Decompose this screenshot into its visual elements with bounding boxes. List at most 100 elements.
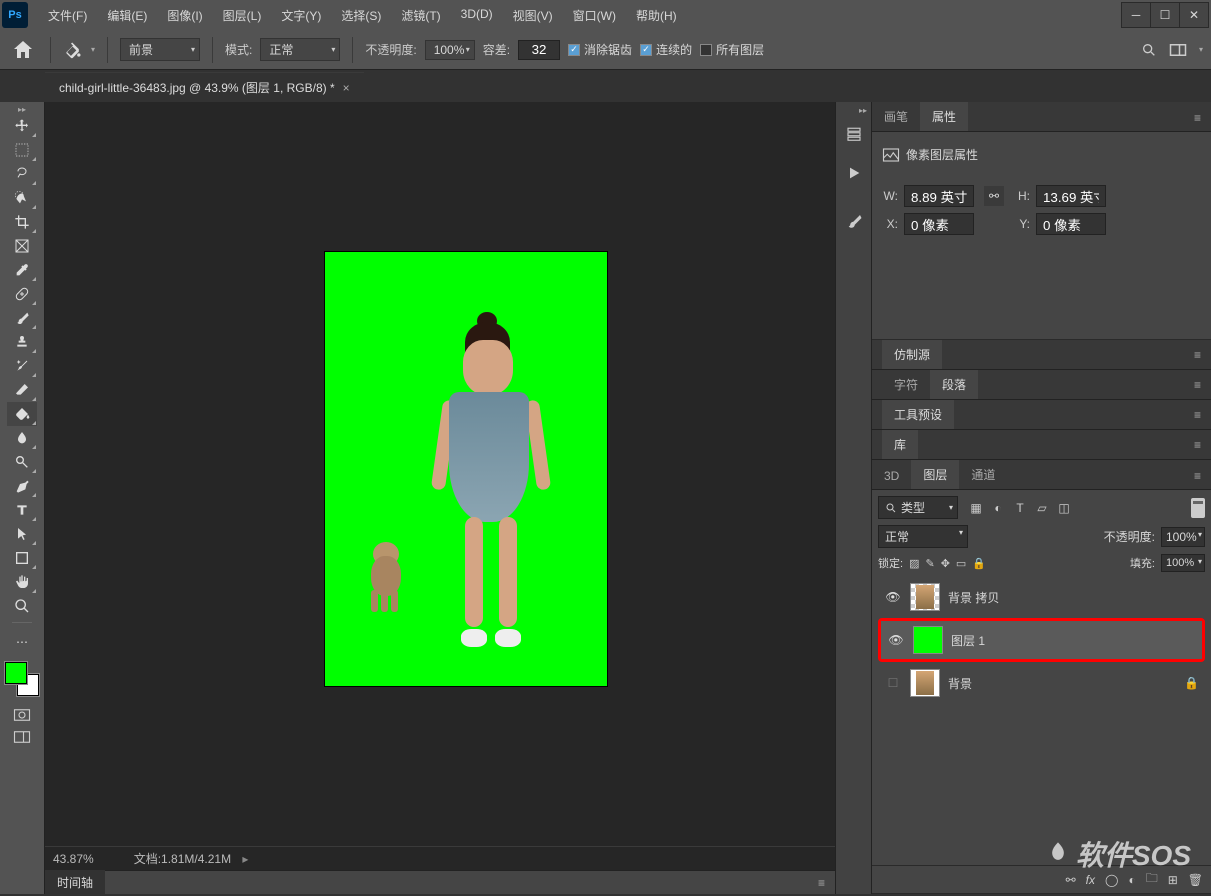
width-input[interactable] — [904, 185, 974, 207]
fx-icon[interactable]: fx — [1086, 873, 1095, 887]
visibility-icon[interactable]: 👁 — [884, 590, 902, 604]
filter-shape-icon[interactable]: ▱ — [1034, 500, 1050, 516]
filter-toggle[interactable] — [1191, 498, 1205, 518]
move-tool[interactable] — [7, 114, 37, 138]
workspace-switcher-icon[interactable] — [1169, 43, 1187, 57]
menu-filter[interactable]: 滤镜(T) — [391, 3, 450, 28]
menu-type[interactable]: 文字(Y) — [271, 3, 331, 28]
canvas-viewport[interactable] — [45, 102, 835, 846]
panel-menu-icon[interactable]: ≡ — [1184, 402, 1211, 428]
visibility-icon[interactable]: 👁 — [887, 633, 905, 647]
zoom-tool[interactable] — [7, 594, 37, 618]
timeline-tab[interactable]: 时间轴 — [45, 870, 105, 895]
play-dock-icon[interactable] — [839, 158, 869, 188]
fg-color-swatch[interactable] — [5, 662, 27, 684]
blend-mode-dropdown[interactable]: 正常 — [878, 525, 968, 548]
lock-pos-icon[interactable]: ✥ — [941, 557, 950, 570]
contiguous-checkbox[interactable]: ✓连续的 — [640, 41, 692, 58]
y-input[interactable] — [1036, 213, 1106, 235]
maximize-button[interactable]: ☐ — [1150, 2, 1180, 28]
filter-smart-icon[interactable]: ◫ — [1056, 500, 1072, 516]
antialias-checkbox[interactable]: ✓消除锯齿 — [568, 41, 632, 58]
all-layers-checkbox[interactable]: 所有图层 — [700, 41, 764, 58]
doc-info[interactable]: 文档:1.81M/4.21M ▸ — [134, 850, 249, 867]
3d-tab[interactable]: 3D — [872, 463, 911, 489]
document-tab[interactable]: child-girl-little-36483.jpg @ 43.9% (图层 … — [45, 72, 364, 102]
panel-menu-icon[interactable]: ≡ — [1184, 372, 1211, 398]
stamp-tool[interactable] — [7, 330, 37, 354]
eraser-tool[interactable] — [7, 378, 37, 402]
quickmask-icon[interactable] — [13, 708, 31, 722]
layer-name[interactable]: 图层 1 — [951, 632, 1196, 649]
opacity-dropdown[interactable]: 100% — [425, 40, 475, 60]
pen-tool[interactable] — [7, 474, 37, 498]
path-select-tool[interactable] — [7, 522, 37, 546]
visibility-icon[interactable]: ☐ — [884, 676, 902, 690]
blend-mode-dropdown[interactable]: 正常 — [260, 38, 340, 61]
adjustment-icon[interactable]: ◐ — [1128, 873, 1135, 887]
layer-name[interactable]: 背景 拷贝 — [948, 589, 1199, 606]
shape-tool[interactable] — [7, 546, 37, 570]
layer-kind-dropdown[interactable]: 类型 — [878, 496, 958, 519]
bucket-tool[interactable] — [7, 402, 37, 426]
panel-menu-icon[interactable]: ≡ — [808, 870, 835, 896]
brush-tab[interactable]: 画笔 — [872, 102, 920, 131]
menu-help[interactable]: 帮助(H) — [626, 3, 687, 28]
frame-tool[interactable] — [7, 234, 37, 258]
hand-tool[interactable] — [7, 570, 37, 594]
layer-row[interactable]: ☐ 背景 🔒 — [878, 664, 1205, 702]
layers-tab[interactable]: 图层 — [911, 460, 959, 489]
filter-adjust-icon[interactable]: ◐ — [990, 500, 1006, 516]
lock-paint-icon[interactable]: ✎ — [925, 557, 934, 570]
layer-row[interactable]: 👁 图层 1 — [881, 621, 1202, 659]
history-brush-tool[interactable] — [7, 354, 37, 378]
menu-3d[interactable]: 3D(D) — [451, 3, 503, 28]
link-icon[interactable]: ⚯ — [984, 186, 1004, 206]
height-input[interactable] — [1036, 185, 1106, 207]
library-tab[interactable]: 库 — [882, 430, 918, 459]
link-layers-icon[interactable]: ⚯ — [1066, 873, 1076, 887]
dodge-tool[interactable] — [7, 450, 37, 474]
layer-thumb[interactable] — [910, 583, 940, 611]
menu-window[interactable]: 窗口(W) — [563, 3, 626, 28]
search-icon[interactable] — [1141, 42, 1157, 58]
panel-menu-icon[interactable]: ≡ — [1184, 105, 1211, 131]
layer-thumb[interactable] — [913, 626, 943, 654]
layer-thumb[interactable] — [910, 669, 940, 697]
layer-row[interactable]: 👁 背景 拷贝 — [878, 578, 1205, 616]
menu-select[interactable]: 选择(S) — [331, 3, 391, 28]
character-tab[interactable]: 字符 — [882, 370, 930, 399]
layer-opacity-input[interactable]: 100% — [1161, 527, 1205, 547]
lock-trans-icon[interactable]: ▨ — [909, 557, 919, 570]
document-canvas[interactable] — [325, 252, 607, 686]
tolerance-input[interactable] — [518, 40, 560, 60]
group-icon[interactable]: 🗀 — [1146, 869, 1158, 890]
healing-tool[interactable] — [7, 282, 37, 306]
chevron-right-icon[interactable]: ▸ — [239, 852, 248, 866]
edit-toolbar[interactable]: ⋯ — [7, 630, 37, 654]
menu-file[interactable]: 文件(F) — [38, 3, 97, 28]
screenmode-icon[interactable] — [13, 730, 31, 744]
type-tool[interactable] — [7, 498, 37, 522]
paragraph-tab[interactable]: 段落 — [930, 370, 978, 399]
zoom-level[interactable]: 43.87% — [53, 852, 94, 866]
menu-edit[interactable]: 编辑(E) — [97, 3, 157, 28]
new-layer-icon[interactable]: ⊞ — [1168, 873, 1178, 887]
mask-icon[interactable]: ◯ — [1105, 873, 1118, 887]
quick-select-tool[interactable] — [7, 186, 37, 210]
history-dock-icon[interactable] — [839, 120, 869, 150]
menu-view[interactable]: 视图(V) — [503, 3, 563, 28]
panel-menu-icon[interactable]: ≡ — [1184, 463, 1211, 489]
panel-menu-icon[interactable]: ≡ — [1184, 342, 1211, 368]
eyedropper-tool[interactable] — [7, 258, 37, 282]
blur-tool[interactable] — [7, 426, 37, 450]
delete-icon[interactable]: 🗑 — [1188, 873, 1203, 887]
close-button[interactable]: ✕ — [1179, 2, 1209, 28]
channels-tab[interactable]: 通道 — [959, 460, 1007, 489]
tool-preset-tab[interactable]: 工具预设 — [882, 400, 954, 429]
filter-type-icon[interactable]: T — [1012, 500, 1028, 516]
layer-name[interactable]: 背景 — [948, 675, 1176, 692]
brush-tool[interactable] — [7, 306, 37, 330]
fill-source-dropdown[interactable]: 前景 — [120, 38, 200, 61]
close-tab-icon[interactable]: × — [343, 81, 350, 95]
